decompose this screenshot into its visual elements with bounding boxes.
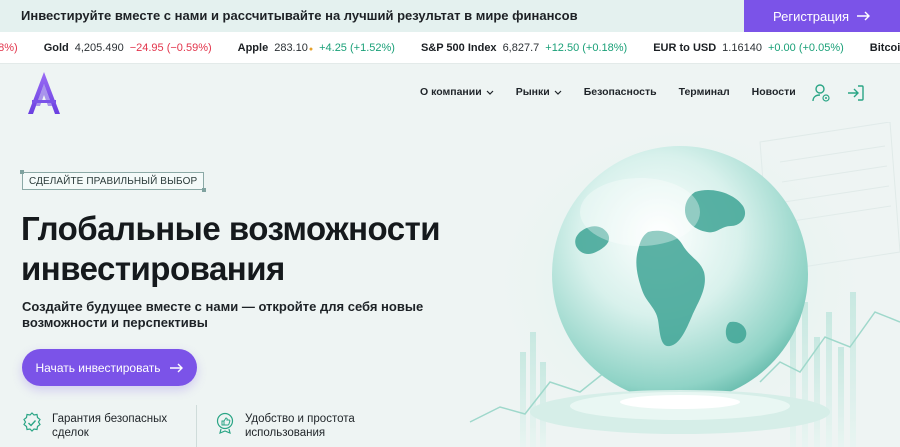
- ticker-name: Gold: [43, 42, 69, 54]
- chevron-down-icon: [486, 90, 494, 95]
- register-button-label: Регистрация: [773, 8, 849, 24]
- ticker-change: +4.25 (+1.52%): [319, 42, 395, 54]
- nav-item-label: Терминал: [678, 86, 730, 98]
- ticker-item[interactable]: S&P 500 Index 6,827.7 +12.50 (+0.18%): [421, 42, 627, 54]
- ticker-item[interactable]: 28%): [0, 42, 18, 54]
- ticker-change: 28%): [0, 42, 18, 54]
- arrow-right-icon: [169, 363, 183, 372]
- start-investing-label: Начать инвестировать: [35, 360, 161, 375]
- site-header: О компании Рынки Безопасность Терминал Новос…: [0, 64, 900, 122]
- thumbs-up-badge-icon: [216, 412, 234, 434]
- promo-text: Инвестируйте вместе с нами и рассчитывай…: [21, 8, 578, 23]
- ticker-name: Bitcoin: [869, 42, 900, 54]
- ticker-name: Apple: [237, 42, 269, 54]
- ticker-name: EUR to USD: [653, 42, 717, 54]
- user-account-icon[interactable]: [811, 83, 831, 103]
- ticker-item[interactable]: Bitcoin87: [870, 42, 900, 54]
- hero-badge: СДЕЛАЙТЕ ПРАВИЛЬНЫЙ ВЫБОР: [19, 170, 207, 192]
- ticker-name: S&P 500 Index: [420, 42, 497, 54]
- login-icon[interactable]: [846, 83, 866, 103]
- ticker-price: 1.16140: [722, 42, 762, 54]
- ticker-track: 28%) Gold 4,205.490 −24.95 (−0.59%) Apple 283…: [0, 42, 900, 54]
- arrow-right-icon: [857, 11, 870, 21]
- nav-item-label: Рынки: [515, 86, 550, 98]
- main-nav: О компании Рынки Безопасность Терминал Новос…: [420, 86, 796, 98]
- feature-text: Удобство и простота использования: [245, 413, 355, 439]
- ticker-item[interactable]: Apple 283.10 ● +4.25 (+1.52%): [238, 42, 395, 54]
- ticker-change: +12.50 (+0.18%): [545, 42, 628, 54]
- globe-illustration: [469, 122, 900, 447]
- shield-check-icon: [23, 412, 41, 432]
- chevron-down-icon: [554, 90, 562, 95]
- ticker-item[interactable]: EUR to USD 1.16140 +0.00 (+0.05%): [653, 42, 844, 54]
- promo-bar: Инвестируйте вместе с нами и рассчитывай…: [0, 0, 900, 32]
- ticker-change: −24.95 (−0.59%): [129, 42, 212, 54]
- ticker-price: 4,205.490: [74, 42, 124, 54]
- hero-subtitle: Создайте будущее вместе с нами — откройт…: [22, 299, 424, 330]
- feature-ease-of-use: Удобство и простота использования: [215, 412, 375, 440]
- nav-item-label: О компании: [420, 86, 482, 98]
- start-investing-button[interactable]: Начать инвестировать: [22, 349, 197, 386]
- hero-title: Глобальные возможности инвестирования: [21, 210, 441, 287]
- nav-item[interactable]: О компании: [420, 86, 494, 98]
- nav-item-label: Новости: [751, 86, 796, 98]
- nav-item[interactable]: Рынки: [516, 86, 562, 98]
- ticker-item[interactable]: Gold 4,205.490 −24.95 (−0.59%): [44, 42, 212, 54]
- nav-item[interactable]: Новости: [752, 86, 796, 98]
- ticker-change: +0.00 (+0.05%): [767, 42, 844, 54]
- nav-item[interactable]: Безопасность: [584, 86, 657, 98]
- feature-safe-deals: Гарантия безопасных сделок: [22, 412, 182, 440]
- nav-item-label: Безопасность: [583, 86, 657, 98]
- nav-item[interactable]: Терминал: [679, 86, 730, 98]
- market-ticker: 28%) Gold 4,205.490 −24.95 (−0.59%) Apple 283…: [0, 32, 900, 64]
- market-status-dot-icon: ●: [308, 46, 314, 53]
- ticker-price: 283.10: [274, 42, 308, 54]
- feature-divider: [196, 405, 197, 447]
- register-button[interactable]: Регистрация: [744, 0, 900, 32]
- ticker-price: 6,827.7: [502, 42, 540, 54]
- feature-text: Гарантия безопасных сделок: [52, 413, 168, 439]
- brand-logo[interactable]: [24, 70, 64, 116]
